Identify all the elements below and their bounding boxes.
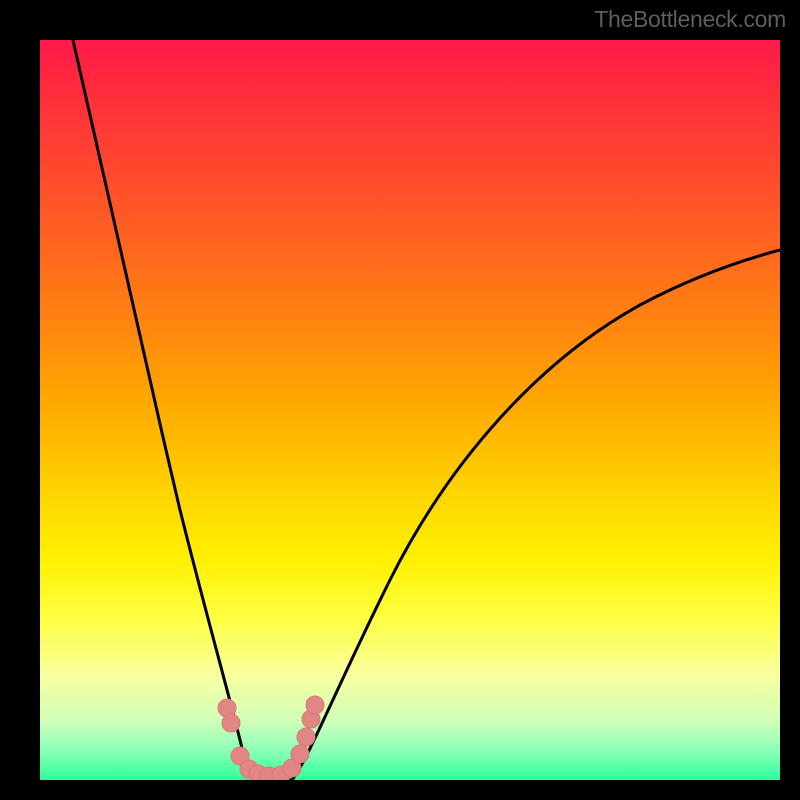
- marker-dot: [297, 728, 315, 746]
- marker-dot: [222, 714, 240, 732]
- chart-stage: TheBottleneck.com: [0, 0, 800, 800]
- marker-dot: [291, 745, 309, 763]
- marker-dot: [306, 696, 324, 714]
- curve-right: [292, 250, 780, 780]
- plot-svg: [40, 40, 780, 780]
- curve-left: [73, 40, 254, 780]
- plot-area: [40, 40, 780, 780]
- marker-group: [218, 696, 324, 780]
- attribution-text: TheBottleneck.com: [594, 6, 786, 33]
